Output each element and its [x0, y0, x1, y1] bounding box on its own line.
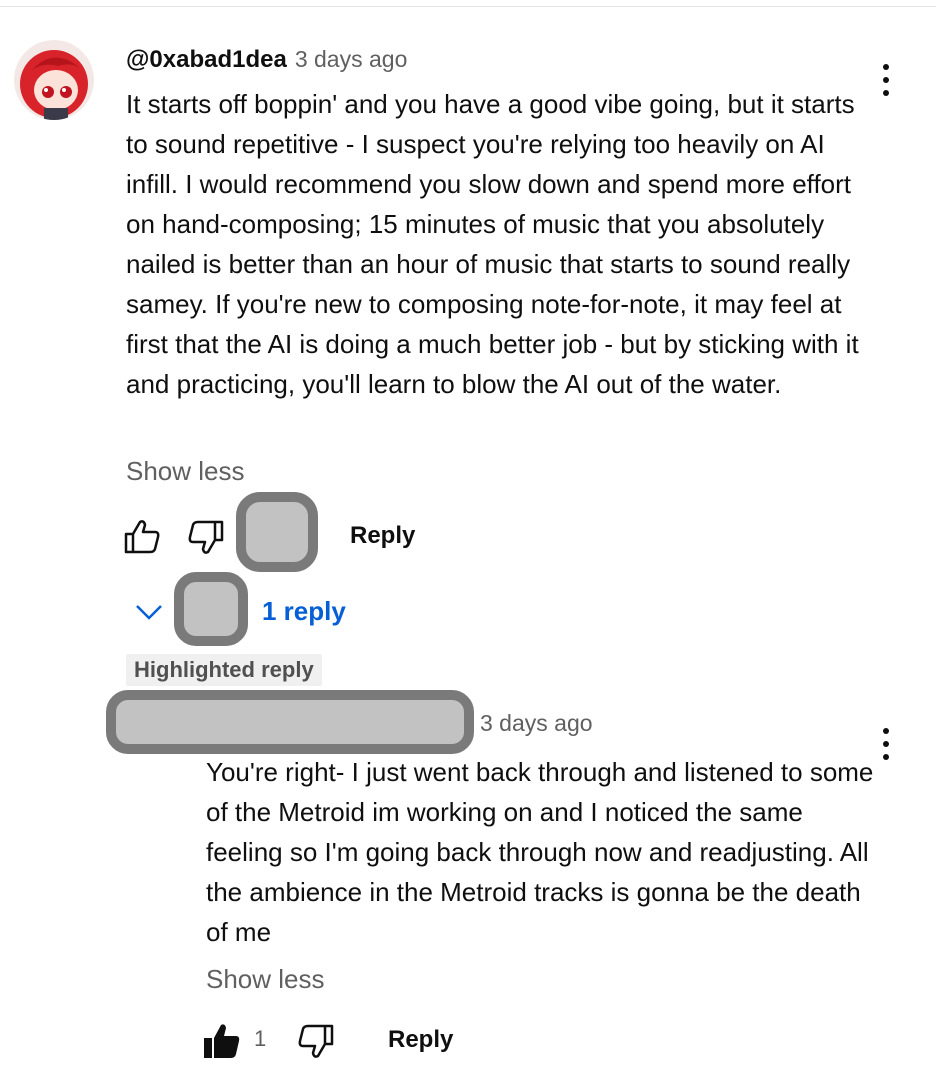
comment-text: It starts off boppin' and you have a goo…	[126, 89, 859, 399]
top-divider	[0, 6, 936, 7]
thumbs-down-icon[interactable]	[296, 1022, 336, 1062]
reply-like-count: 1	[254, 1026, 267, 1051]
avatar[interactable]	[14, 40, 94, 120]
reply-timestamp[interactable]: 3 days ago	[480, 710, 593, 737]
redacted-block	[174, 572, 248, 646]
reply-text: You're right- I just went back through a…	[206, 757, 874, 947]
highlighted-reply-badge: Highlighted reply	[126, 654, 322, 686]
reply-reply-button[interactable]: Reply	[388, 1026, 453, 1054]
redacted-block	[236, 492, 318, 572]
comment-timestamp[interactable]: 3 days ago	[295, 46, 408, 72]
chevron-down-icon	[136, 605, 162, 620]
comment-reply-button[interactable]: Reply	[350, 522, 415, 550]
comment-show-less[interactable]: Show less	[126, 456, 245, 487]
comment-header: @0xabad1dea 3 days ago	[126, 44, 407, 75]
thumbs-up-filled-icon[interactable]	[202, 1020, 242, 1060]
comment-author[interactable]: @0xabad1dea	[126, 46, 287, 73]
avatar-image	[14, 40, 94, 120]
thumbs-up-icon[interactable]	[122, 516, 162, 556]
redacted-block	[106, 690, 474, 754]
comment-more-vert-icon[interactable]	[878, 64, 894, 104]
reply-show-less[interactable]: Show less	[206, 964, 325, 995]
thumbs-down-icon[interactable]	[186, 518, 226, 558]
view-replies-toggle[interactable]	[134, 594, 384, 634]
replies-count-link[interactable]: 1 reply	[262, 596, 346, 627]
